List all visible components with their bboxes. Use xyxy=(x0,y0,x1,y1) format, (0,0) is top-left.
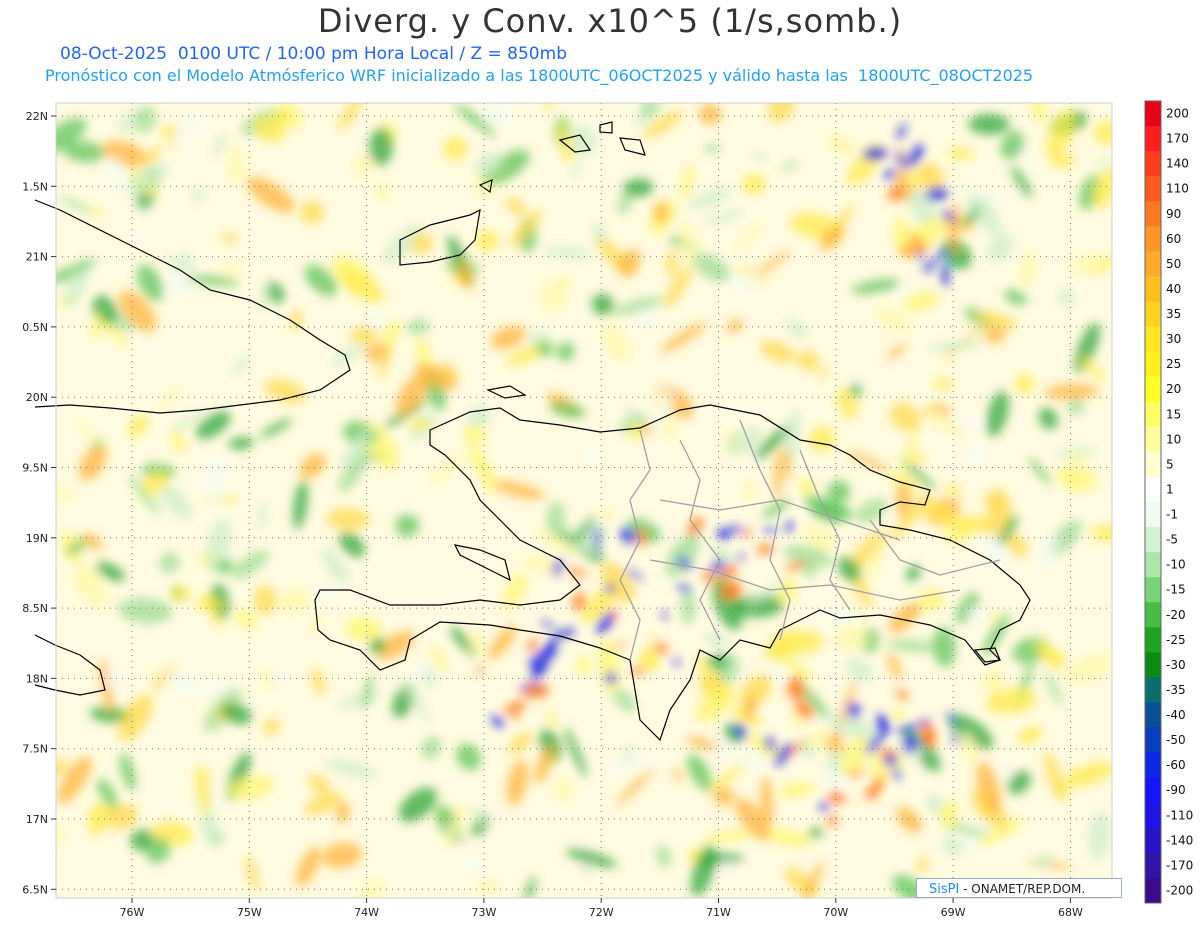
colorbar-label: 60 xyxy=(1166,232,1181,246)
lat-label: 6.5N xyxy=(22,883,48,896)
colorbar-swatch xyxy=(1145,476,1161,503)
colorbar-label: -40 xyxy=(1166,708,1186,722)
colorbar-label: 110 xyxy=(1166,182,1189,196)
colorbar-label: -35 xyxy=(1166,683,1186,697)
colorbar-swatch xyxy=(1145,326,1161,353)
colorbar-label: 90 xyxy=(1166,207,1181,221)
colorbar-swatch xyxy=(1145,351,1161,378)
colorbar-label: 5 xyxy=(1166,457,1174,471)
colorbar-swatch xyxy=(1145,702,1161,729)
colorbar-label: -20 xyxy=(1166,608,1186,622)
lon-label: 70W xyxy=(823,906,848,919)
colorbar-swatch xyxy=(1145,376,1161,403)
colorbar-swatch xyxy=(1145,126,1161,152)
lat-label: 22N xyxy=(26,110,48,123)
colorbar-label: -60 xyxy=(1166,758,1186,772)
credit-text: - ONAMET/REP.DOM. xyxy=(959,882,1086,896)
colorbar-swatch xyxy=(1145,827,1161,854)
lat-label: 21N xyxy=(26,251,48,264)
colorbar-label: 1 xyxy=(1166,482,1174,496)
field-patch xyxy=(916,857,929,872)
lon-label: 71W xyxy=(706,906,731,919)
colorbar-swatch xyxy=(1145,602,1161,628)
colorbar-label: -90 xyxy=(1166,783,1186,797)
colorbar-swatch xyxy=(1145,251,1161,277)
latitude-labels: 22N 1.5N 21N 0.5N 20N 9.5N 19N 8.5N 18N 7.5N 17N 6.… xyxy=(22,110,56,896)
lat-label: 20N xyxy=(26,391,48,404)
colorbar-label: 50 xyxy=(1166,257,1181,271)
colorbar-label: -200 xyxy=(1166,883,1193,897)
colorbar-swatch xyxy=(1145,426,1161,453)
colorbar-swatch xyxy=(1145,101,1161,127)
sispi-brand: SisPI xyxy=(929,882,960,897)
colorbar-swatch xyxy=(1145,677,1161,703)
lat-label: 17N xyxy=(26,813,48,826)
colorbar-swatch xyxy=(1145,852,1161,879)
colorbar-label: 30 xyxy=(1166,332,1181,346)
colorbar-swatch xyxy=(1145,176,1161,202)
colorbar-label: 40 xyxy=(1166,282,1181,296)
colorbar-swatch xyxy=(1145,502,1161,528)
lat-label: 9.5N xyxy=(22,462,48,475)
colorbar-swatch xyxy=(1145,401,1161,428)
colorbar-swatch xyxy=(1145,802,1161,829)
colorbar-swatch xyxy=(1145,577,1161,603)
colorbar-swatch xyxy=(1145,727,1161,754)
colorbar-label: -5 xyxy=(1166,533,1178,547)
field-layer xyxy=(56,103,1112,898)
colorbar-label: -110 xyxy=(1166,808,1193,822)
lat-label: 0.5N xyxy=(22,321,48,334)
field-patch xyxy=(376,185,389,199)
colorbar-label: -30 xyxy=(1166,658,1186,672)
colorbar-swatch xyxy=(1145,527,1161,553)
colorbar-label: 15 xyxy=(1166,407,1181,421)
credit-box: SisPI - ONAMET/REP.DOM. xyxy=(916,878,1122,898)
colorbar-label: 140 xyxy=(1166,157,1189,171)
field-patch xyxy=(947,147,974,160)
colorbar-label: 20 xyxy=(1166,382,1181,396)
colorbar-swatch xyxy=(1145,201,1161,227)
longitude-labels: 76W 75W 74W 73W 72W 71W 70W 69W 68W xyxy=(120,898,1083,919)
colorbar-label: 35 xyxy=(1166,307,1181,321)
colorbar-label: 10 xyxy=(1166,432,1181,446)
lon-label: 74W xyxy=(354,906,379,919)
field-patch xyxy=(481,103,515,127)
lat-label: 1.5N xyxy=(22,180,48,193)
lat-label: 7.5N xyxy=(22,743,48,756)
lat-label: 8.5N xyxy=(22,602,48,615)
colorbar-swatch xyxy=(1145,552,1161,578)
colorbar-swatch xyxy=(1145,627,1161,653)
lon-label: 69W xyxy=(941,906,966,919)
lon-label: 73W xyxy=(471,906,496,919)
colorbar-label: -15 xyxy=(1166,583,1186,597)
colorbar-label: -170 xyxy=(1166,858,1193,872)
colorbar-swatch xyxy=(1145,451,1161,478)
colorbar-swatch xyxy=(1145,301,1161,328)
lat-label: 18N xyxy=(26,672,48,685)
lon-label: 75W xyxy=(237,906,262,919)
colorbar-label: -25 xyxy=(1166,633,1186,647)
colorbar-label: -140 xyxy=(1166,833,1193,847)
field-patch xyxy=(968,113,1010,135)
colorbar-label: -10 xyxy=(1166,558,1186,572)
colorbar-label: -50 xyxy=(1166,733,1186,747)
colorbar-swatch xyxy=(1145,226,1161,252)
lon-label: 72W xyxy=(589,906,614,919)
colorbar-swatch xyxy=(1145,777,1161,804)
colorbar-label: 170 xyxy=(1166,132,1189,146)
colorbar-label: -1 xyxy=(1166,508,1178,522)
lon-label: 68W xyxy=(1058,906,1083,919)
divergence-map: 22N 1.5N 21N 0.5N 20N 9.5N 19N 8.5N 18N 7.5N 17N 6.… xyxy=(22,100,1193,919)
colorbar-swatch xyxy=(1145,877,1161,904)
colorbar-label: 25 xyxy=(1166,357,1181,371)
lat-label: 19N xyxy=(26,532,48,545)
colorbar-swatch xyxy=(1145,652,1161,678)
lon-label: 76W xyxy=(120,906,145,919)
colorbar: 200 170 140 110 90 60 50 40 35 30 25 20 15 10 5 1 -1 -5 -1… xyxy=(1144,100,1193,904)
colorbar-label: 200 xyxy=(1166,107,1189,121)
colorbar-swatch xyxy=(1145,151,1161,177)
colorbar-swatch xyxy=(1145,276,1161,302)
colorbar-swatch xyxy=(1145,752,1161,779)
